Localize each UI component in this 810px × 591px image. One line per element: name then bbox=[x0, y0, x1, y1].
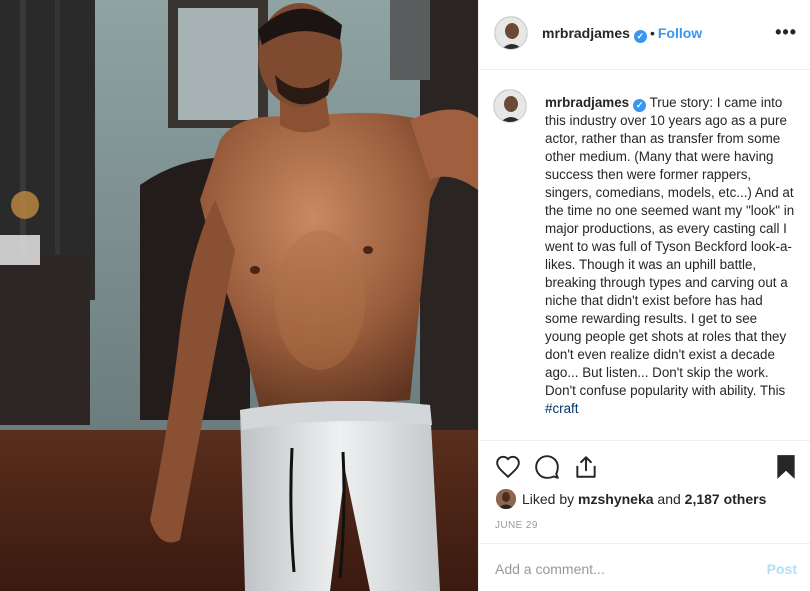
author-avatar[interactable] bbox=[494, 16, 528, 50]
author-username[interactable]: mrbradjames bbox=[542, 25, 630, 41]
likes-summary: Liked by mzshyneka and 2,187 others bbox=[496, 489, 766, 509]
post-side-panel: mrbradjames ✓ • Follow ••• mrbradjames ✓ Tru… bbox=[478, 0, 810, 591]
more-options-icon[interactable]: ••• bbox=[775, 23, 797, 41]
likes-prefix: Liked by bbox=[522, 491, 575, 507]
comment-bubble-icon[interactable] bbox=[534, 454, 560, 485]
post-date[interactable]: JUNE 29 bbox=[495, 520, 538, 531]
author-avatar-image bbox=[495, 17, 527, 49]
bookmark-icon[interactable] bbox=[775, 454, 797, 485]
liker-username[interactable]: mzshyneka bbox=[578, 491, 653, 507]
caption-body: True story: I came into this industry ov… bbox=[545, 95, 795, 398]
header-line: mrbradjames ✓ • Follow bbox=[542, 25, 702, 43]
liker-avatar[interactable] bbox=[496, 489, 516, 509]
verified-badge-icon: ✓ bbox=[633, 30, 647, 43]
heart-icon[interactable] bbox=[495, 454, 521, 485]
post-header: mrbradjames ✓ • Follow ••• bbox=[479, 0, 810, 70]
post-photo[interactable] bbox=[0, 0, 478, 591]
likes-count[interactable]: 2,187 others bbox=[685, 491, 767, 507]
follow-button[interactable]: Follow bbox=[658, 25, 702, 41]
caption-text: mrbradjames ✓ True story: I came into thi… bbox=[545, 94, 795, 418]
header-separator: • bbox=[649, 25, 655, 41]
caption-verified-badge-icon: ✓ bbox=[633, 99, 647, 112]
caption-area: mrbradjames ✓ True story: I came into thi… bbox=[479, 71, 810, 440]
comment-box: Post bbox=[479, 543, 810, 591]
post-comment-button[interactable]: Post bbox=[767, 561, 797, 577]
share-icon[interactable] bbox=[573, 454, 599, 485]
post-photo-image bbox=[0, 0, 478, 591]
comment-input[interactable] bbox=[495, 559, 755, 579]
caption-author-avatar[interactable] bbox=[493, 89, 527, 123]
likes-conjunction: and bbox=[657, 491, 681, 507]
caption-username[interactable]: mrbradjames bbox=[545, 95, 629, 110]
caption-author-avatar-image bbox=[494, 90, 526, 122]
hashtag-link[interactable]: #craft bbox=[545, 401, 579, 416]
post-actions: Liked by mzshyneka and 2,187 others JUNE… bbox=[479, 440, 810, 550]
